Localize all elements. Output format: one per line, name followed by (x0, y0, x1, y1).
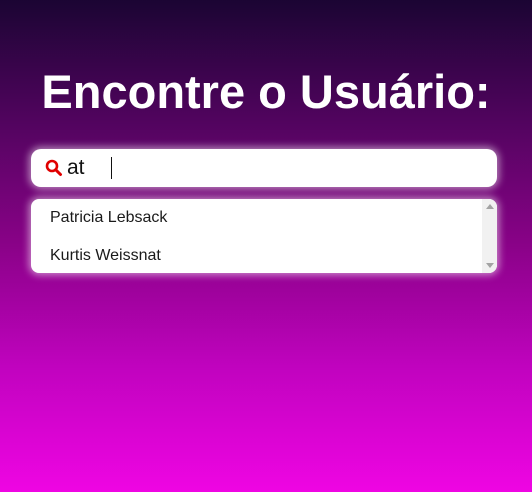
results-scrollbar[interactable] (482, 199, 497, 273)
text-cursor (111, 157, 112, 179)
results-list: Patricia Lebsack Kurtis Weissnat (31, 199, 481, 273)
scroll-up-arrow-icon[interactable] (486, 204, 494, 209)
page-title: Encontre o Usuário: (41, 65, 491, 118)
search-input[interactable] (67, 153, 485, 183)
results-dropdown[interactable]: Patricia Lebsack Kurtis Weissnat (31, 199, 497, 273)
result-item[interactable]: Patricia Lebsack (31, 199, 481, 237)
search-icon (45, 159, 63, 177)
scroll-down-arrow-icon[interactable] (486, 263, 494, 268)
result-item[interactable]: Kurtis Weissnat (31, 237, 481, 273)
search-box[interactable] (31, 149, 497, 187)
